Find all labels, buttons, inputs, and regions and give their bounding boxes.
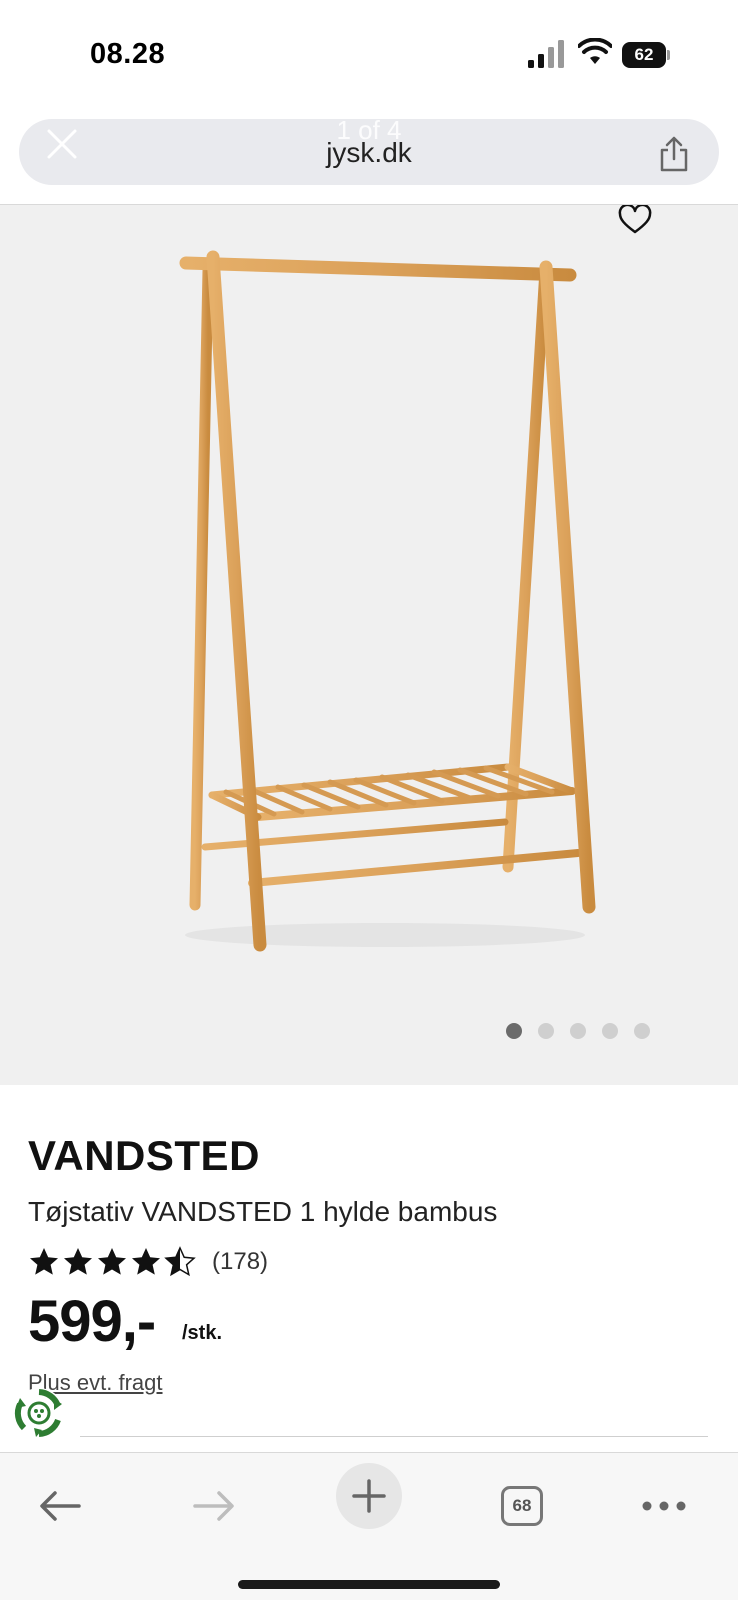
star-icon	[30, 1248, 58, 1275]
tabs-icon: 68	[501, 1486, 543, 1526]
divider	[80, 1436, 708, 1437]
rating[interactable]: (178)	[28, 1244, 268, 1280]
plus-icon	[352, 1479, 386, 1513]
status-time: 08.28	[90, 38, 166, 70]
product-brand: VANDSTED	[28, 1132, 260, 1179]
home-indicator[interactable]	[238, 1580, 500, 1589]
product-image-carousel[interactable]	[0, 205, 738, 1085]
more-button[interactable]	[634, 1481, 694, 1531]
product-image	[179, 250, 596, 952]
share-icon[interactable]	[657, 135, 691, 173]
address-bar[interactable]: 1 of 4 jysk.dk	[19, 117, 719, 185]
price-unit: /stk.	[182, 1322, 223, 1344]
carousel-dot[interactable]	[634, 1023, 650, 1039]
more-icon	[642, 1501, 686, 1511]
recycle-icon[interactable]	[12, 1386, 66, 1440]
star-icon	[64, 1248, 92, 1275]
url-text[interactable]: jysk.dk	[19, 137, 719, 169]
signal-icon	[528, 40, 564, 68]
product-name: Tøjstativ VANDSTED 1 hylde bambus	[28, 1196, 498, 1227]
status-bar: 08.28 62	[0, 0, 738, 100]
carousel-dots[interactable]	[506, 1023, 650, 1039]
tabs-button[interactable]: 68	[492, 1481, 552, 1531]
rating-stars	[28, 1246, 196, 1278]
carousel-dot[interactable]	[538, 1023, 554, 1039]
battery-icon: 62	[622, 42, 670, 68]
browser-toolbar: 68	[0, 1452, 738, 1600]
review-count[interactable]: (178)	[212, 1248, 268, 1276]
new-tab-button[interactable]	[336, 1463, 402, 1529]
arrow-left-icon	[40, 1491, 81, 1521]
carousel-dot[interactable]	[602, 1023, 618, 1039]
battery-level: 62	[634, 45, 654, 64]
star-icon	[98, 1248, 126, 1275]
carousel-dot[interactable]	[570, 1023, 586, 1039]
half-star-icon	[164, 1246, 196, 1277]
tabs-count: 68	[512, 1496, 532, 1515]
wifi-icon	[578, 38, 612, 64]
forward-button[interactable]	[184, 1481, 244, 1531]
carousel-dot[interactable]	[506, 1023, 522, 1039]
back-button[interactable]	[30, 1481, 90, 1531]
star-icon	[132, 1248, 160, 1275]
arrow-right-icon	[193, 1491, 234, 1521]
product-price: 599,-	[28, 1289, 156, 1354]
